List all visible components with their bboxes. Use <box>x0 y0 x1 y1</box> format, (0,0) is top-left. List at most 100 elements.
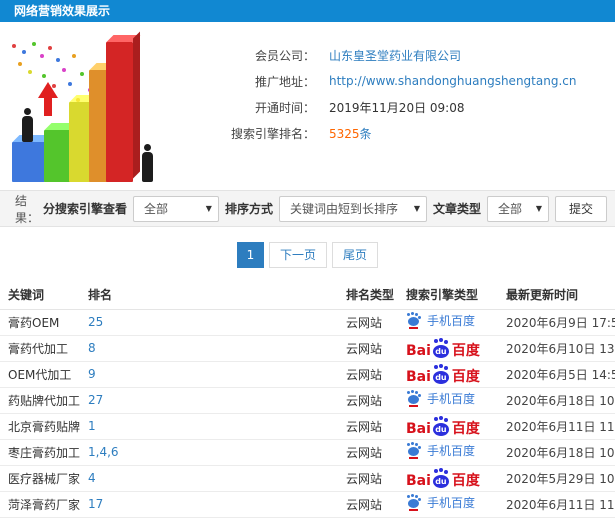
keyword-cell: 北京膏药贴牌 <box>8 419 80 434</box>
baidu-logo: Bai du 百度 <box>406 468 480 489</box>
baidu-logo-bai-text: Bai <box>406 472 431 489</box>
next-page-button[interactable]: 下一页 <box>268 242 327 268</box>
baidu-logo-name-text: 百度 <box>451 368 480 385</box>
rank-link[interactable]: 8 <box>88 341 96 355</box>
table-row: 膏药OEM 25 云网站 Baidu百度 手机百度 2020年6月9日 17:5… <box>0 309 615 336</box>
sort-select[interactable]: 关键词由短到长排序 ▼ <box>278 195 427 222</box>
engine-filter-select[interactable]: 全部 ▼ <box>132 195 219 222</box>
rank-type-cell: 云网站 <box>346 393 383 408</box>
mobile-baidu-paw-icon <box>406 442 422 459</box>
mobile-baidu-badge: 手机百度 <box>406 312 475 329</box>
last-page-button[interactable]: 尾页 <box>332 242 379 268</box>
filter-group: 分搜索引擎查看 全部 ▼ 排序方式 关键词由短到长排序 ▼ 文章类型 全部 ▼ … <box>42 195 607 222</box>
baidu-logo-du-text: du <box>432 370 449 384</box>
rank-link[interactable]: 1 <box>88 419 96 433</box>
header-rank: 排名 <box>80 280 338 310</box>
baidu-logo-name-text: 百度 <box>451 342 480 359</box>
baidu-paw-icon: du <box>432 338 451 358</box>
table-row: 北京膏药贴牌 1 云网站 Baidu百度 手机百度 2020年6月11日 11:… <box>0 413 615 440</box>
member-company-row: 会员公司： 山东皇圣堂药业有限公司 <box>195 42 615 68</box>
keyword-cell: 菏泽膏药厂家 <box>8 497 80 512</box>
header-keyword: 关键词 <box>0 280 80 310</box>
baidu-logo: Bai du 百度 <box>406 338 480 359</box>
rank-link[interactable]: 25 <box>88 315 103 329</box>
baidu-paw-icon: du <box>432 468 451 488</box>
baidu-logo-bai-text: Bai <box>406 342 431 359</box>
table-row: OEM代加工 9 云网站 Baidu百度 手机百度 2020年6月5日 14:5… <box>0 361 615 388</box>
baidu-logo-bai-text: Bai <box>406 420 431 437</box>
rank-link[interactable]: 1,4,6 <box>88 445 119 459</box>
rank-type-cell: 云网站 <box>346 497 383 512</box>
engine-filter-value: 全部 <box>143 202 168 216</box>
chevron-down-icon: ▼ <box>205 204 212 213</box>
sort-value: 关键词由短到长排序 <box>289 202 398 216</box>
keyword-cell: 医疗器械厂家 <box>8 471 80 486</box>
rank-link[interactable]: 4 <box>88 471 96 485</box>
header-rank-type: 排名类型 <box>338 280 398 310</box>
bar-chart-illustration <box>0 36 195 188</box>
open-time-label: 开通时间： <box>254 100 315 115</box>
article-type-value: 全部 <box>497 202 522 216</box>
filter-bar: 结果： 分搜索引擎查看 全部 ▼ 排序方式 关键词由短到长排序 ▼ 文章类型 全… <box>0 190 615 227</box>
submit-button[interactable]: 提交 <box>554 195 607 222</box>
baidu-paw-icon: du <box>432 364 451 384</box>
open-time-value: 2019年11月20日 09:08 <box>329 100 465 115</box>
rank-link[interactable]: 27 <box>88 393 103 407</box>
mobile-baidu-name-text: 手机百度 <box>427 314 476 329</box>
mobile-baidu-badge: 手机百度 <box>406 390 475 407</box>
rank-link[interactable]: 9 <box>88 367 96 381</box>
illustration-bar-red <box>106 42 133 182</box>
member-company-label: 会员公司： <box>254 48 315 63</box>
businessman-left-figure <box>20 108 34 142</box>
keyword-cell: 膏药代加工 <box>8 341 69 356</box>
mobile-baidu-paw-icon <box>406 494 422 511</box>
update-time-cell: 2020年6月18日 10:25 <box>506 393 615 408</box>
page-1-button[interactable]: 1 <box>236 242 264 268</box>
article-type-label: 文章类型 <box>432 202 481 216</box>
engine-rank-count: 5325 <box>329 126 360 141</box>
table-header-row: 关键词 排名 排名类型 搜索引擎类型 最新更新时间 <box>0 280 615 310</box>
rank-type-cell: 云网站 <box>346 471 383 486</box>
table-row: 医疗器械厂家 4 云网站 Baidu百度 手机百度 2020年5月29日 10:… <box>0 465 615 492</box>
update-time-cell: 2020年5月29日 10:32 <box>506 471 615 486</box>
keyword-cell: 枣庄膏药加工 <box>8 445 80 460</box>
baidu-logo: Bai du 百度 <box>406 416 480 437</box>
mobile-baidu-name-text: 手机百度 <box>427 496 476 511</box>
rank-type-cell: 云网站 <box>346 445 383 460</box>
header-engine-type: 搜索引擎类型 <box>398 280 498 310</box>
open-time-row: 开通时间： 2019年11月20日 09:08 <box>195 94 615 120</box>
baidu-logo-du-text: du <box>432 474 449 488</box>
businessman-right-figure <box>140 144 154 182</box>
rank-type-cell: 云网站 <box>346 341 383 356</box>
baidu-logo: Bai du 百度 <box>406 364 480 385</box>
mobile-baidu-badge: 手机百度 <box>406 442 475 459</box>
rank-type-cell: 云网站 <box>346 367 383 382</box>
baidu-paw-icon: du <box>432 416 451 436</box>
rank-type-cell: 云网站 <box>346 419 383 434</box>
engine-filter-label: 分搜索引擎查看 <box>42 202 127 216</box>
baidu-logo-du-text: du <box>432 344 449 358</box>
keyword-cell: OEM代加工 <box>8 367 72 382</box>
engine-rank-label: 搜索引擎排名： <box>230 126 315 141</box>
engine-rank-unit: 条 <box>359 126 372 141</box>
member-company-link[interactable]: 山东皇圣堂药业有限公司 <box>329 47 461 64</box>
result-label: 结果： <box>15 193 40 225</box>
update-time-cell: 2020年6月10日 13:40 <box>506 341 615 356</box>
update-time-cell: 2020年6月11日 11:40 <box>506 497 615 512</box>
article-type-select[interactable]: 全部 ▼ <box>486 195 549 222</box>
update-time-cell: 2020年6月5日 14:57 <box>506 367 615 382</box>
keyword-cell: 膏药OEM <box>8 315 60 330</box>
baidu-logo-name-text: 百度 <box>451 472 480 489</box>
table-row: 膏药代加工 8 云网站 Baidu百度 手机百度 2020年6月10日 13:4… <box>0 335 615 362</box>
table-row: 菏泽膏药厂家 17 云网站 Baidu百度 手机百度 2020年6月11日 11… <box>0 491 615 518</box>
baidu-logo-du-text: du <box>432 422 449 436</box>
chevron-down-icon: ▼ <box>413 204 420 213</box>
rank-link[interactable]: 17 <box>88 497 103 511</box>
pagination: 1 下一页 尾页 <box>0 242 615 268</box>
table-body: 膏药OEM 25 云网站 Baidu百度 手机百度 2020年6月9日 17:5… <box>0 309 615 518</box>
promo-url-link[interactable]: http://www.shandonghuangshengtang.cn <box>329 74 576 88</box>
engine-rank-row: 搜索引擎排名： 5325条 <box>195 120 615 146</box>
results-table: 关键词 排名 排名类型 搜索引擎类型 最新更新时间 膏药OEM 25 云网站 B… <box>0 280 615 518</box>
promo-url-row: 推广地址： http://www.shandonghuangshengtang.… <box>195 68 615 94</box>
up-arrow-icon <box>38 82 58 116</box>
